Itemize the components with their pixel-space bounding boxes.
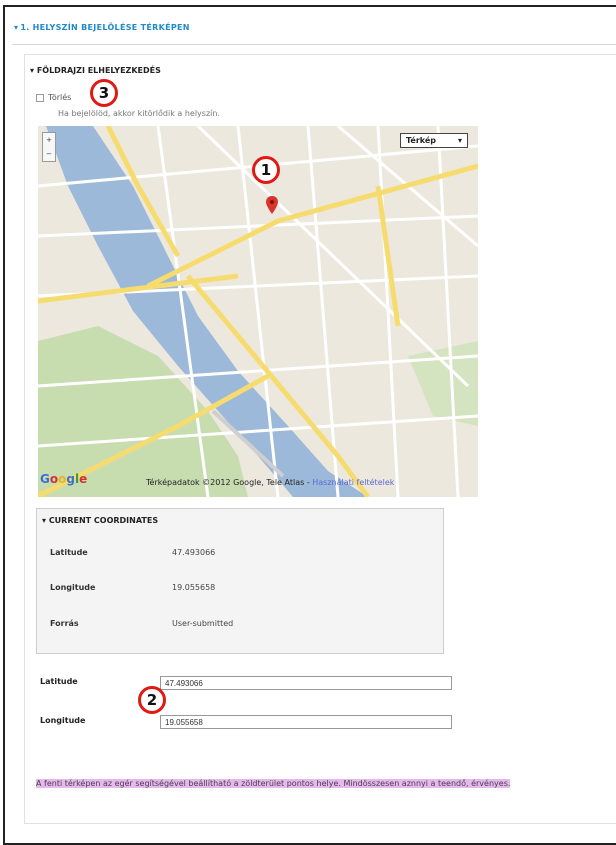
geo-legend-text[interactable]: FÖLDRAJZI ELHELYEZKEDÉS [37,66,161,75]
current-longitude-value: 19.055658 [172,583,216,592]
longitude-input[interactable] [160,715,452,729]
chevron-down-icon[interactable]: ▾ [458,136,462,145]
legend-triangle-icon[interactable]: ▾ [30,66,34,75]
annotation-badge-2: 2 [138,686,166,714]
geo-legend[interactable]: ▾ FÖLDRAJZI ELHELYEZKEDÉS [30,66,165,75]
current-latitude-label: Latitude [50,548,88,557]
annotation-badge-1: 1 [252,156,280,184]
section-title[interactable]: ▾ 1. HELYSZÍN BEJELÖLÉSE TÉRKÉPEN [14,23,190,32]
map-attribution: Térképadatok ©2012 Google, Tele Atlas - … [146,478,394,487]
latitude-input[interactable] [160,676,452,690]
map-zoom-control[interactable]: + − [42,132,56,162]
section-divider [12,44,616,45]
google-logo: Google [40,472,88,486]
delete-help-text: Ha bejelölöd, akkor kitörlődik a helyszí… [58,109,220,118]
delete-label[interactable]: Törlés [48,93,71,102]
current-source-label: Forrás [50,619,79,628]
coords-triangle-icon[interactable]: ▾ [42,516,46,525]
section-title-text[interactable]: 1. HELYSZÍN BEJELÖLÉSE TÉRKÉPEN [20,23,189,32]
zoom-out-button[interactable]: − [46,150,52,158]
latitude-input-label: Latitude [40,677,78,686]
collapse-triangle-icon[interactable]: ▾ [14,23,18,32]
delete-row: Törlés [36,93,71,102]
current-coordinates-title[interactable]: ▾ CURRENT COORDINATES [42,516,158,525]
current-coordinates-title-text[interactable]: CURRENT COORDINATES [49,516,158,525]
current-coordinates-box [36,508,444,654]
terms-link[interactable]: Használati feltételek [312,478,394,487]
zoom-in-button[interactable]: + [46,136,52,144]
current-source-value: User-submitted [172,619,234,628]
instruction-note-text: A fenti térképen az egér segítségével be… [36,779,511,788]
current-latitude-value: 47.493066 [172,548,216,557]
attribution-text: Térképadatok ©2012 Google, Tele Atlas - [146,478,313,487]
longitude-input-label: Longitude [40,716,86,725]
map-type-label[interactable]: Térkép [406,136,436,145]
delete-checkbox[interactable] [36,93,44,102]
annotation-badge-3: 3 [90,79,118,107]
map-marker-icon[interactable] [266,196,278,216]
instruction-note: A fenti térképen az egér segítségével be… [36,778,616,789]
current-longitude-label: Longitude [50,583,96,592]
map-type-select[interactable]: Térkép ▾ [400,133,468,148]
